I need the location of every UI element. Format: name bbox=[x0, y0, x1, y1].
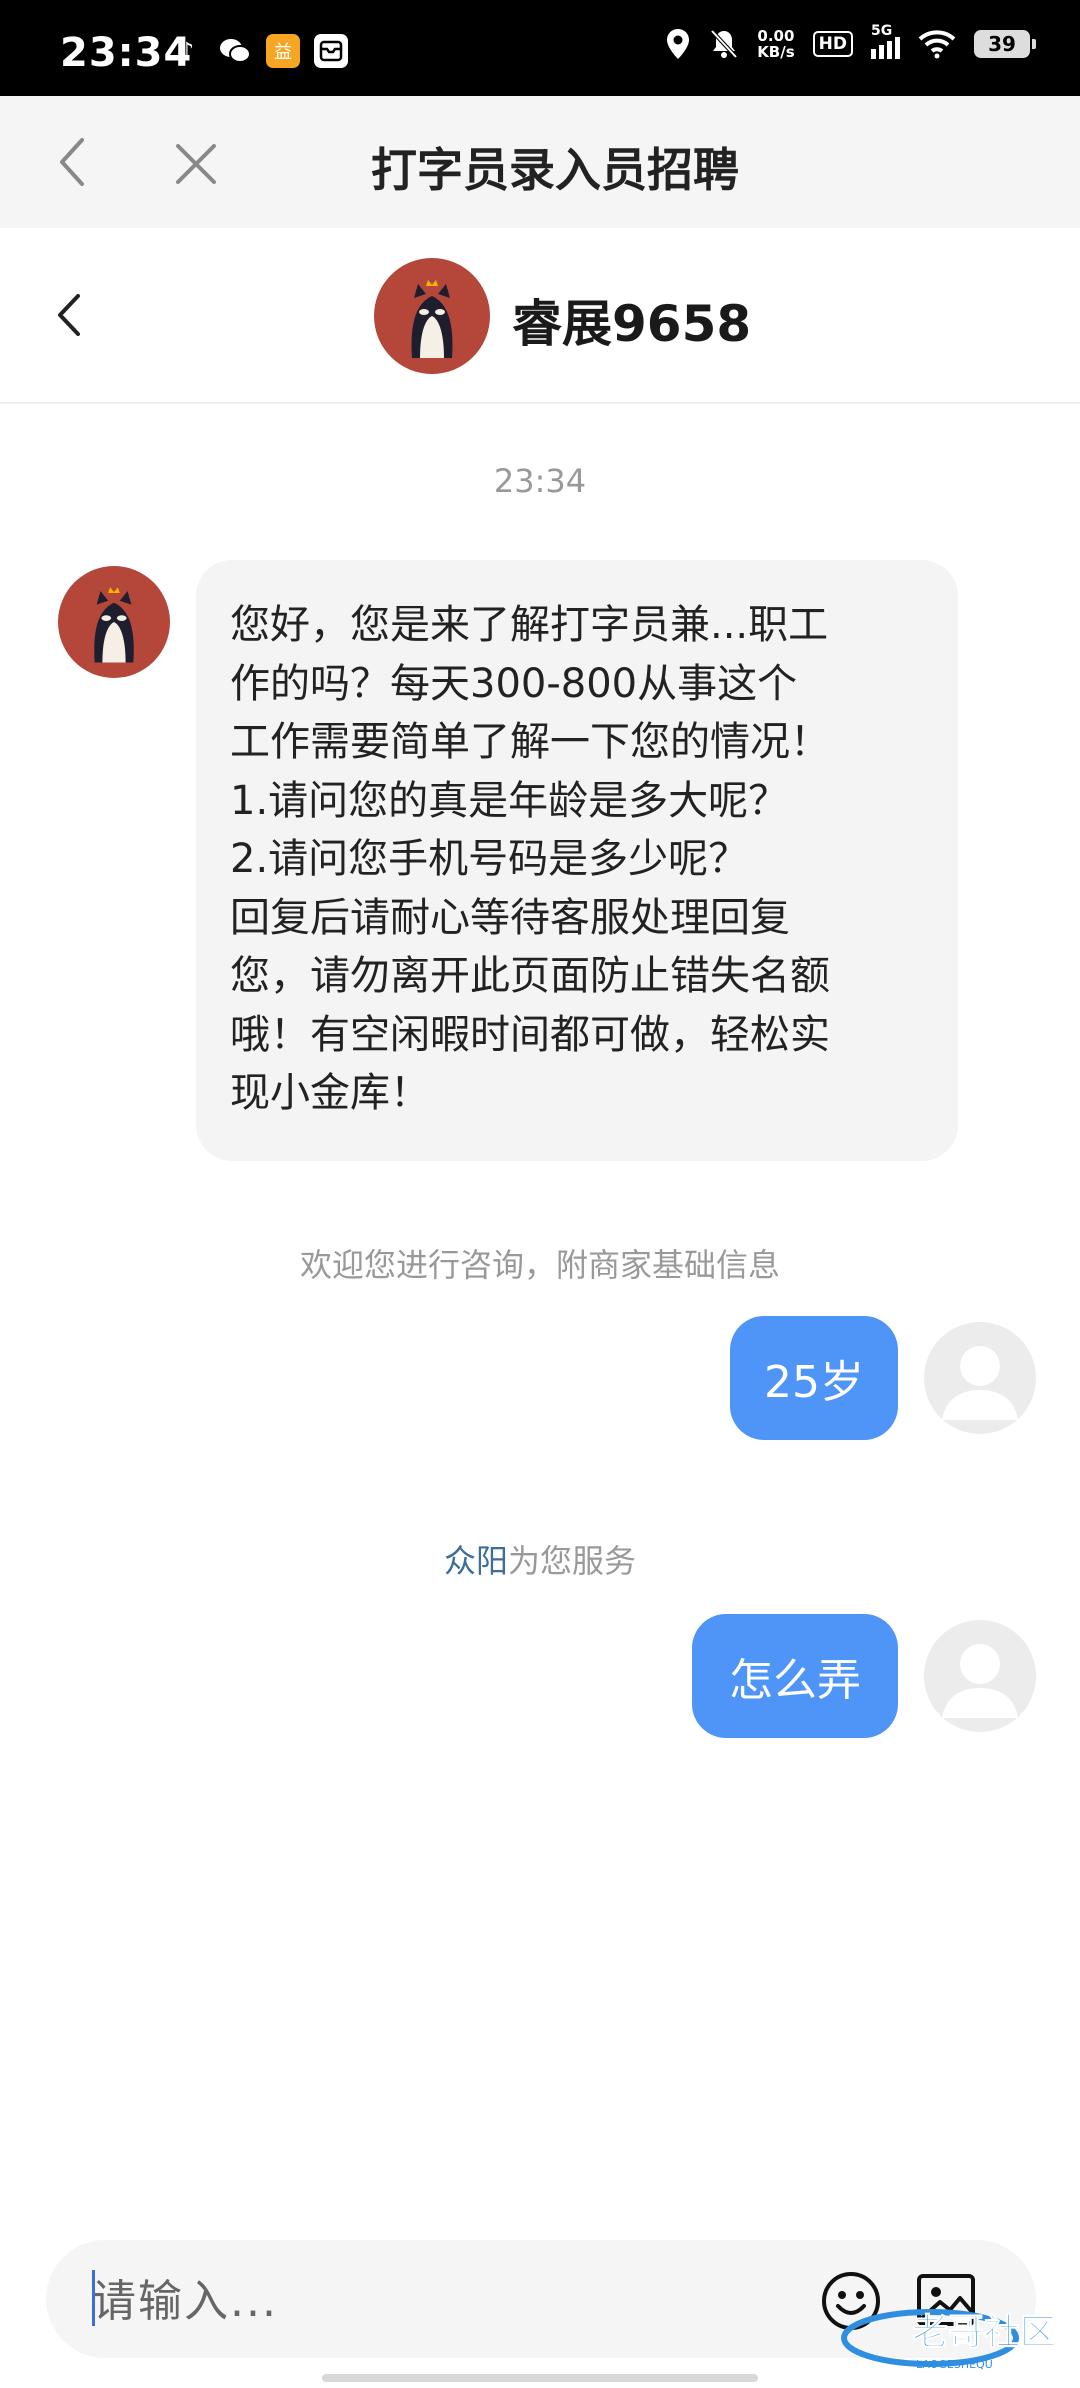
user-message-row: 怎么弄 bbox=[0, 1614, 1080, 1738]
svg-text:老哥社区: 老哥社区 bbox=[912, 2312, 1056, 2353]
agent-message-bubble[interactable]: 您好，您是来了解打字员兼...职工 作的吗？每天300-800从事这个 工作需要… bbox=[196, 560, 958, 1161]
service-suffix: 为您服务 bbox=[508, 1542, 637, 1580]
hd-badge: HD bbox=[812, 31, 853, 57]
agent-avatar[interactable] bbox=[58, 566, 170, 678]
network-type: 5G bbox=[871, 23, 893, 39]
chat-header: 睿展9658 bbox=[0, 228, 1080, 404]
inbox-app-icon bbox=[314, 34, 348, 68]
message-timestamp: 23:34 bbox=[493, 462, 587, 500]
message-line: 2.请问您手机号码是多少呢？ bbox=[230, 836, 749, 882]
battery-icon: 39 bbox=[974, 30, 1036, 58]
contact-name: 睿展9658 bbox=[512, 295, 752, 353]
home-indicator[interactable] bbox=[322, 2374, 758, 2382]
default-avatar-icon bbox=[942, 1346, 1018, 1420]
status-bar: 23:34 ♪ 益 0.00 KB/s HD 5G 39 bbox=[0, 0, 1080, 96]
watermark-logo: 老哥社区 LAOGESHEQU bbox=[841, 2309, 1057, 2371]
user-message-bubble[interactable]: 25岁 bbox=[730, 1316, 898, 1440]
message-input[interactable] bbox=[90, 2270, 794, 2332]
net-speed-unit: KB/s bbox=[757, 43, 795, 61]
message-line: 您，请勿离开此页面防止错失名额 bbox=[230, 953, 830, 999]
mute-bell-icon bbox=[710, 29, 738, 59]
signal-icon: 5G bbox=[871, 23, 900, 59]
text-caret bbox=[92, 2270, 95, 2326]
service-name[interactable]: 众阳 bbox=[444, 1542, 508, 1580]
shopping-app-icon: 益 bbox=[266, 34, 300, 68]
system-note: 欢迎您进行咨询，附商家基础信息 bbox=[299, 1246, 780, 1284]
chat-back-icon[interactable] bbox=[46, 290, 96, 340]
user-avatar[interactable] bbox=[924, 1620, 1036, 1732]
user-message-bubble[interactable]: 怎么弄 bbox=[692, 1614, 898, 1738]
cat-avatar-icon bbox=[411, 280, 453, 358]
tiktok-icon: ♪ bbox=[179, 38, 195, 64]
svg-text:LAOGESHEQU: LAOGESHEQU bbox=[916, 2358, 993, 2371]
cat-avatar-icon bbox=[94, 587, 134, 663]
notification-icons: ♪ 益 bbox=[170, 34, 348, 68]
net-speed-value: 0.00 bbox=[757, 27, 795, 45]
message-line: 现小金库！ bbox=[230, 1070, 430, 1116]
message-line: 工作需要简单了解一下您的情况！ bbox=[230, 719, 830, 765]
status-right: 0.00 KB/s HD 5G 39 bbox=[665, 23, 1036, 60]
message-line: 回复后请耐心等待客服处理回复 bbox=[230, 894, 790, 941]
contact-avatar[interactable] bbox=[374, 258, 490, 374]
message-line: 作的吗？每天300-800从事这个 bbox=[230, 660, 798, 707]
browser-header: 打字员录入员招聘 bbox=[0, 96, 1080, 228]
net-speed: 0.00 KB/s bbox=[757, 28, 794, 60]
user-avatar[interactable] bbox=[924, 1322, 1036, 1434]
message-line: 您好，您是来了解打字员兼...职工 bbox=[230, 602, 829, 648]
message-line: 1.请问您的真是年龄是多大呢？ bbox=[230, 777, 789, 824]
wifi-icon bbox=[918, 30, 956, 59]
default-avatar-icon bbox=[942, 1644, 1018, 1718]
user-message-row: 25岁 bbox=[0, 1316, 1080, 1440]
location-icon bbox=[667, 29, 690, 59]
page-title: 打字员录入员招聘 bbox=[371, 143, 739, 197]
wechat-icon bbox=[218, 34, 252, 68]
message-line: 哦！有空闲暇时间都可做，轻松实 bbox=[230, 1011, 830, 1058]
service-note: 众阳为您服务 bbox=[0, 1536, 1080, 1582]
